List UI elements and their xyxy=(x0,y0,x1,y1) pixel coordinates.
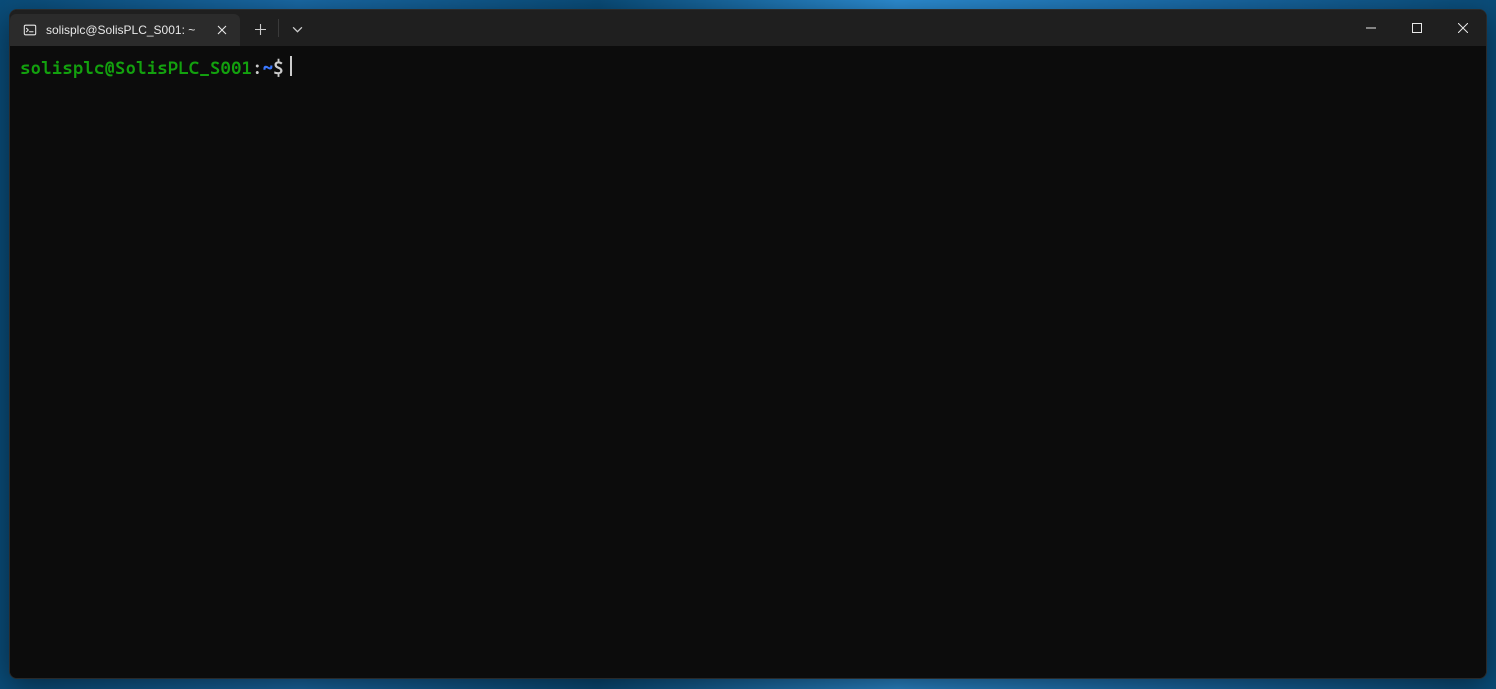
tab-close-button[interactable] xyxy=(214,22,230,38)
prompt-user-host: solisplc@SolisPLC_S001 xyxy=(20,57,252,80)
cursor xyxy=(290,56,292,76)
window-controls xyxy=(1348,10,1486,46)
tab-actions xyxy=(240,10,313,46)
titlebar[interactable]: solisplc@SolisPLC_S001: ~ xyxy=(10,10,1486,46)
new-tab-button[interactable] xyxy=(244,13,276,45)
tab-active[interactable]: solisplc@SolisPLC_S001: ~ xyxy=(10,14,240,46)
titlebar-drag-area[interactable] xyxy=(313,10,1348,46)
tab-dropdown-button[interactable] xyxy=(281,13,313,45)
prompt-symbol: $ xyxy=(273,57,284,80)
divider xyxy=(278,19,279,37)
tab-title: solisplc@SolisPLC_S001: ~ xyxy=(46,23,198,37)
terminal-icon xyxy=(22,22,38,38)
terminal-window: solisplc@SolisPLC_S001: ~ xyxy=(9,9,1487,679)
maximize-button[interactable] xyxy=(1394,10,1440,46)
prompt-line: solisplc@SolisPLC_S001:~$ xyxy=(20,54,1476,80)
prompt-path: ~ xyxy=(263,57,274,80)
prompt-separator: : xyxy=(252,57,263,80)
close-button[interactable] xyxy=(1440,10,1486,46)
terminal-body[interactable]: solisplc@SolisPLC_S001:~$ xyxy=(10,46,1486,678)
minimize-button[interactable] xyxy=(1348,10,1394,46)
